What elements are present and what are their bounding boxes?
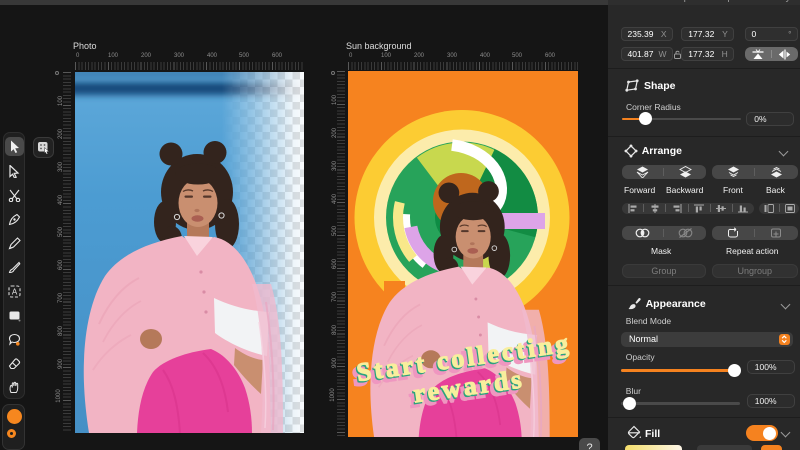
- svg-text:A: A: [11, 287, 17, 296]
